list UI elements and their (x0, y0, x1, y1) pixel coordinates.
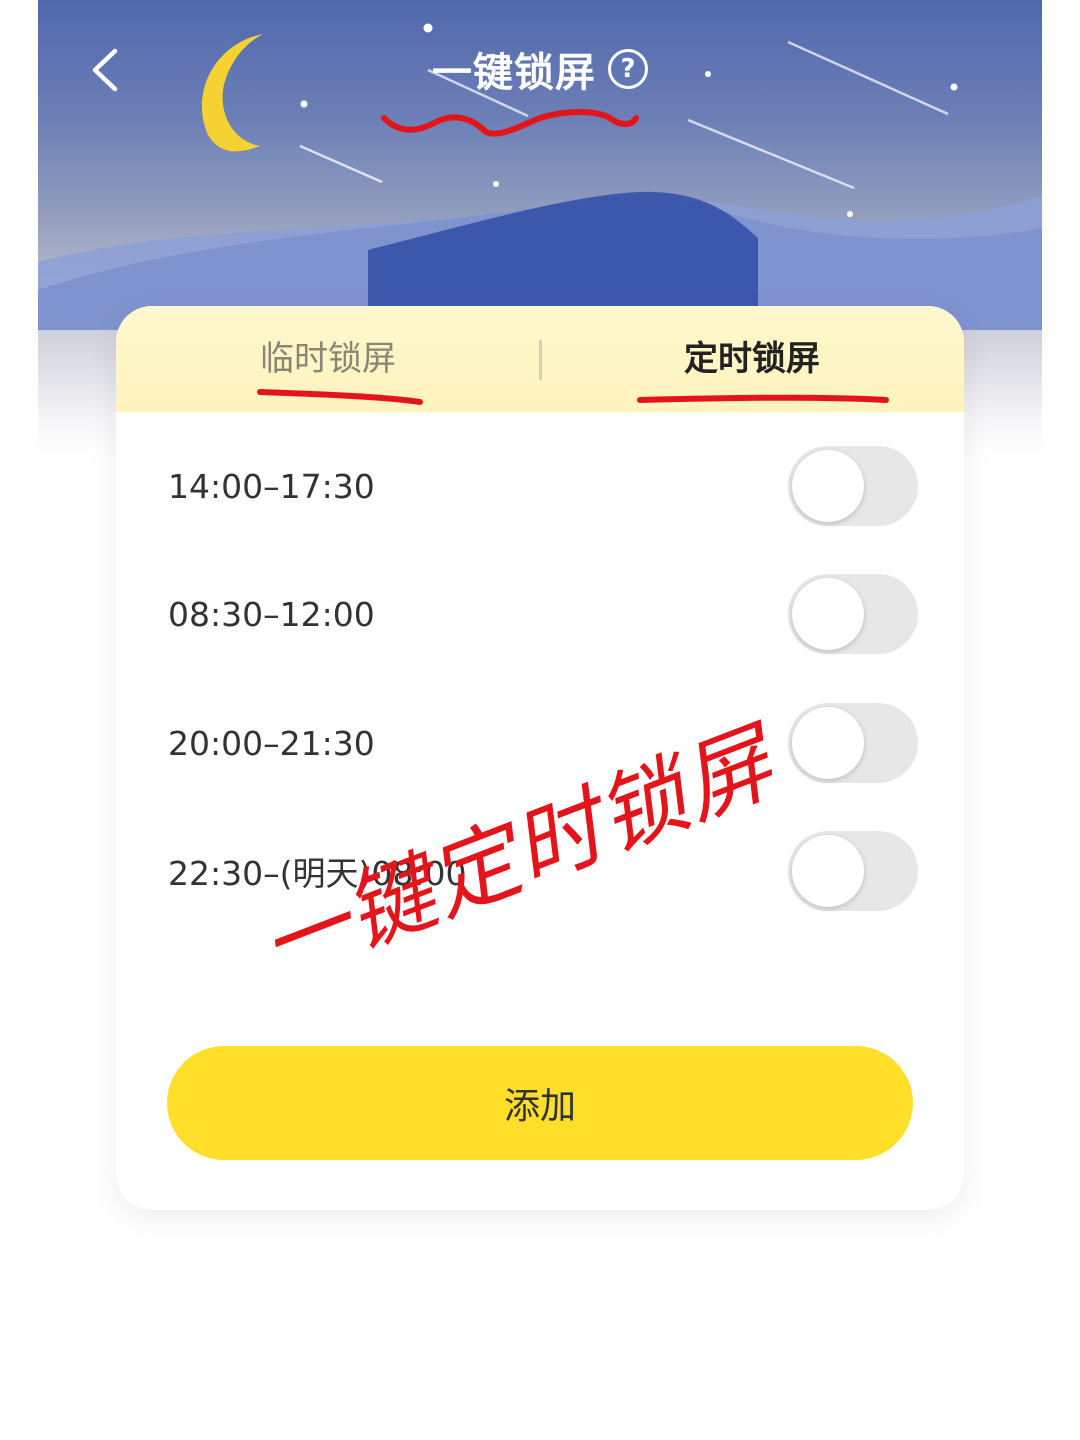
schedule-toggle[interactable] (788, 831, 918, 911)
page-title: 一键锁屏 (432, 50, 596, 96)
toggle-knob (792, 578, 864, 650)
schedule-time: 22:30–(明天)08:00 (168, 854, 467, 893)
help-icon[interactable]: ? (608, 49, 648, 89)
star-icon (423, 23, 433, 33)
schedule-time: 14:00–17:30 (168, 466, 375, 506)
tab-temporary-lock[interactable]: 临时锁屏 (116, 306, 540, 412)
star-icon (847, 211, 853, 217)
schedule-card: 临时锁屏 定时锁屏 14:00–17:30 08:30–12:00 20:00–… (116, 306, 964, 1210)
toggle-knob (792, 450, 864, 522)
schedule-time: 08:30–12:00 (168, 594, 375, 634)
shooting-star-icon (299, 144, 383, 184)
schedule-toggle[interactable] (788, 574, 918, 654)
schedule-time: 20:00–21:30 (168, 723, 375, 763)
add-button[interactable]: 添加 (167, 1046, 913, 1160)
star-icon (493, 181, 499, 187)
toggle-knob (792, 835, 864, 907)
list-item: 08:30–12:00 (116, 564, 964, 664)
schedule-toggle[interactable] (788, 703, 918, 783)
schedule-toggle[interactable] (788, 446, 918, 526)
page-header: 一键锁屏 ? (0, 40, 1080, 98)
tab-bar: 临时锁屏 定时锁屏 (116, 306, 964, 412)
toggle-knob (792, 707, 864, 779)
list-item: 20:00–21:30 (116, 693, 964, 793)
star-icon (300, 100, 308, 108)
list-item: 22:30–(明天)08:00 (116, 821, 964, 921)
tab-scheduled-lock[interactable]: 定时锁屏 (540, 306, 964, 412)
list-item: 14:00–17:30 (116, 436, 964, 536)
shooting-star-icon (687, 118, 855, 190)
tab-divider (539, 340, 542, 380)
